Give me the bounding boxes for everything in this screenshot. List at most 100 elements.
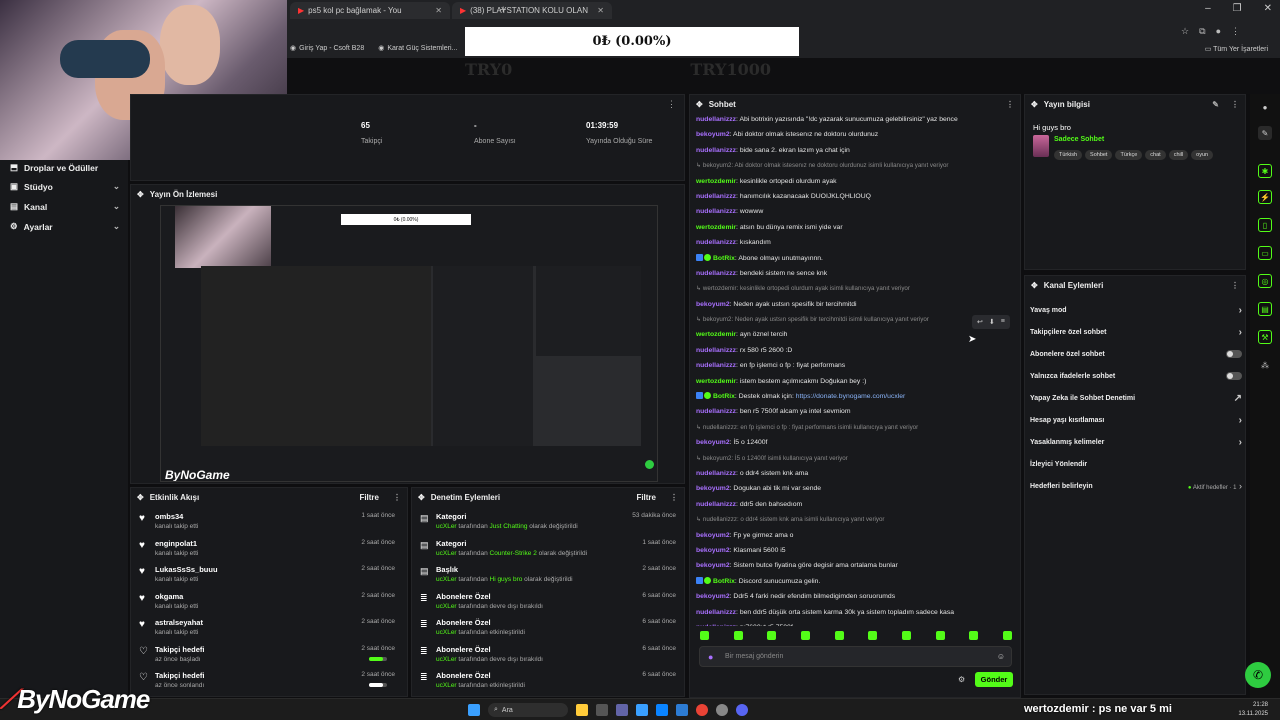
chat-message[interactable]: nudellanizzz: ben r5 7500f alcam ya inte… (696, 404, 1014, 419)
browser-tab[interactable]: ▶ ps5 kol pc bağlamak - You ✕ (290, 2, 450, 19)
chat-username[interactable]: nudellanizzz (696, 239, 736, 246)
taskbar-search[interactable]: ⌕ Ara (488, 703, 568, 717)
channel-action-item[interactable]: Hedefleri belirleyin ● Aktif hedefler · 1… (1030, 479, 1242, 493)
chat-message[interactable]: nudellanizzz: kıskandım (696, 235, 1014, 250)
chat-username[interactable]: wertozdemir (696, 378, 736, 385)
close-icon[interactable]: ✕ (597, 6, 604, 15)
close-window-icon[interactable]: ✕ (1264, 3, 1272, 14)
chat-username[interactable]: nudellanizzz (696, 147, 736, 154)
chat-message[interactable]: bekoyum2: Neden ayak ustsın spesifik bir… (696, 297, 1014, 312)
activity-item[interactable]: ♥ astralseyahat kanalı takip etti 2 saat ön… (139, 616, 401, 642)
drag-handle-icon[interactable]: ✥ (696, 100, 703, 109)
more-icon[interactable]: ⋮ (393, 493, 401, 502)
drag-handle-icon[interactable]: ✥ (1031, 281, 1038, 290)
chat-message[interactable]: nudellanizzz: bendeki sistem ne sence kn… (696, 266, 1014, 281)
activity-item[interactable]: ♡ Takipçi hedefi az önce sonlandı 2 saat ön… (139, 669, 401, 695)
more-icon[interactable]: ⋮ (1231, 100, 1239, 109)
broadcast-icon[interactable]: ◎ (1258, 274, 1272, 288)
sidebar-item-studio[interactable]: ▣ Stüdyo ⌄ (10, 181, 120, 192)
emote-icon[interactable] (767, 631, 777, 640)
emote-icon[interactable] (901, 631, 911, 640)
drag-handle-icon[interactable]: ✥ (137, 190, 144, 199)
sidebar-item-drops[interactable]: ⬒ Droplar ve Ödüller (10, 162, 120, 173)
chat-message[interactable]: bekoyum2: Sistem butce fiyatina göre deg… (696, 558, 1014, 573)
chat-username[interactable]: bekoyum2 (696, 485, 730, 492)
all-bookmarks[interactable]: ▭ Tüm Yer İşaretleri (1205, 45, 1268, 53)
channel-action-item[interactable]: Hesap yaşı kısıtlaması › (1030, 413, 1242, 427)
profile-icon[interactable]: ● (1216, 26, 1221, 37)
toggle-switch[interactable] (1226, 350, 1242, 358)
chat-link[interactable]: https://donate.bynogame.com/ucxler (796, 393, 906, 400)
chat-username[interactable]: nudellanizzz (696, 347, 736, 354)
channel-action-item[interactable]: Yalnızca ifadelerle sohbet (1030, 369, 1242, 383)
channel-action-item[interactable]: Takipçilere özel sohbet › (1030, 325, 1242, 339)
filter-button[interactable]: Filtre (359, 493, 379, 502)
chat-message[interactable]: nudellanizzz: Abi botrixin yazısında "!d… (696, 112, 1014, 127)
obs-icon[interactable] (716, 704, 728, 716)
reply-icon[interactable]: ↩ (977, 318, 983, 326)
chat-username[interactable]: wertozdemir (696, 178, 736, 185)
pin-icon[interactable]: ⬇ (989, 318, 995, 326)
channel-action-item[interactable]: Abonelere özel sohbet (1030, 347, 1242, 361)
channel-action-item[interactable]: Yapay Zeka ile Sohbet Denetimi ↗ (1030, 391, 1242, 405)
activity-item[interactable]: ♥ okgama kanalı takip etti 2 saat önce (139, 590, 401, 616)
drag-handle-icon[interactable]: ✥ (1031, 100, 1038, 109)
chat-message[interactable]: bekoyum2: İ5 o 12400f (696, 435, 1014, 450)
chat-message[interactable]: bekoyum2: Ddr5 4 farki nedir efendim bil… (696, 589, 1014, 604)
chat-message[interactable]: bekoyum2: Dogukan abi tik mi var sende (696, 481, 1014, 496)
explorer-icon[interactable] (576, 704, 588, 716)
activity-item[interactable]: ♥ enginpolat1 kanalı takip etti 2 saat önce (139, 537, 401, 563)
chat-message[interactable]: wertozdemir: ayn öznel tercih (696, 327, 1014, 342)
extensions-icon[interactable]: ⧉ (1199, 26, 1205, 37)
maximize-icon[interactable]: ❐ (1233, 3, 1242, 14)
chat-username[interactable]: nudellanizzz (696, 470, 736, 477)
support-chat-button[interactable]: ✆ (1245, 662, 1271, 688)
chat-username[interactable]: bekoyum2 (696, 547, 730, 554)
chat-username[interactable]: bekoyum2 (696, 593, 730, 600)
chat-message-list[interactable]: nudellanizzz: Abi botrixin yazısında "!d… (696, 112, 1014, 626)
active-goals[interactable]: ● Aktif hedefler · 1 › (1188, 481, 1242, 491)
moderation-item[interactable]: ▤ Başlık ucXLer tarafından Hi guys bro ola… (420, 563, 682, 589)
chat-message[interactable]: wertozdemir: istem bestem açılmıcakmı Do… (696, 374, 1014, 389)
menu-icon[interactable]: ⋮ (1231, 26, 1240, 37)
store-icon[interactable] (656, 704, 668, 716)
moderation-item[interactable]: ≣ Abonelere Özel ucXLer tarafından devre d… (420, 643, 682, 669)
chat-message[interactable]: bekoyum2: Fp ye girmez ama o (696, 528, 1014, 543)
lightning-icon[interactable]: ⚡ (1258, 190, 1272, 204)
edit-icon[interactable]: ✎ (1258, 126, 1272, 140)
emote-icon[interactable] (868, 631, 878, 640)
moderation-item[interactable]: ▤ Kategori ucXLer tarafından Counter-Strik… (420, 537, 682, 563)
emote-icon[interactable] (1002, 631, 1012, 640)
drag-handle-icon[interactable]: ✥ (418, 493, 425, 502)
chat-message[interactable]: wertozdemir: kesinlikle ortopedi olurdum… (696, 174, 1014, 189)
bookmark-item[interactable]: ◉ Karat Güç Sistemleri... (378, 44, 457, 53)
chat-username[interactable]: BotRix (713, 393, 735, 400)
more-icon[interactable]: ⋮ (1231, 281, 1239, 290)
activity-item[interactable]: ♥ ombs34 kanalı takip etti 1 saat önce (139, 510, 401, 536)
chat-message[interactable]: nudellanizzz: ddr5 den bahsedıom (696, 497, 1014, 512)
close-icon[interactable]: ✕ (435, 6, 442, 15)
chat-username[interactable]: nudellanizzz (696, 116, 736, 123)
moderation-item[interactable]: ≣ Abonelere Özel ucXLer tarafından etkinle… (420, 669, 682, 695)
chat-input[interactable]: ● Bir mesaj gönderin ☺ (699, 646, 1012, 667)
toggle-switch[interactable] (1226, 372, 1242, 380)
emoji-icon[interactable]: ☺ (997, 652, 1005, 661)
start-icon[interactable] (468, 704, 480, 716)
more-icon[interactable]: ≡ (1001, 318, 1005, 326)
emote-icon[interactable] (800, 631, 810, 640)
chat-message[interactable]: nudellanizzz: en fp işlemci o fp : fiyat… (696, 358, 1014, 373)
chat-username[interactable]: wertozdemir (696, 331, 736, 338)
chat-username[interactable]: wertozdemir (696, 224, 736, 231)
mail-icon[interactable] (676, 704, 688, 716)
moderation-item[interactable]: ≣ Abonelere Özel ucXLer tarafından etkinle… (420, 616, 682, 642)
activity-item[interactable]: ♡ Takipçi hedefi az önce başladı 2 saat önc… (139, 643, 401, 669)
chat-message[interactable]: wertozdemir: atsın bu dünya remix ismi y… (696, 220, 1014, 235)
clipboard-icon[interactable]: ▯ (1258, 218, 1272, 232)
chat-username[interactable]: nudellanizzz (696, 408, 736, 415)
chat-message[interactable]: nudellanizzz: hanımcılık kazanacaak DUOI… (696, 189, 1014, 204)
chat-username[interactable]: nudellanizzz (696, 270, 736, 277)
document-icon[interactable]: ▤ (1258, 302, 1272, 316)
emote-icon[interactable] (969, 631, 979, 640)
channel-action-item[interactable]: Yavaş mod › (1030, 303, 1242, 317)
more-icon[interactable]: ⋮ (670, 493, 678, 502)
